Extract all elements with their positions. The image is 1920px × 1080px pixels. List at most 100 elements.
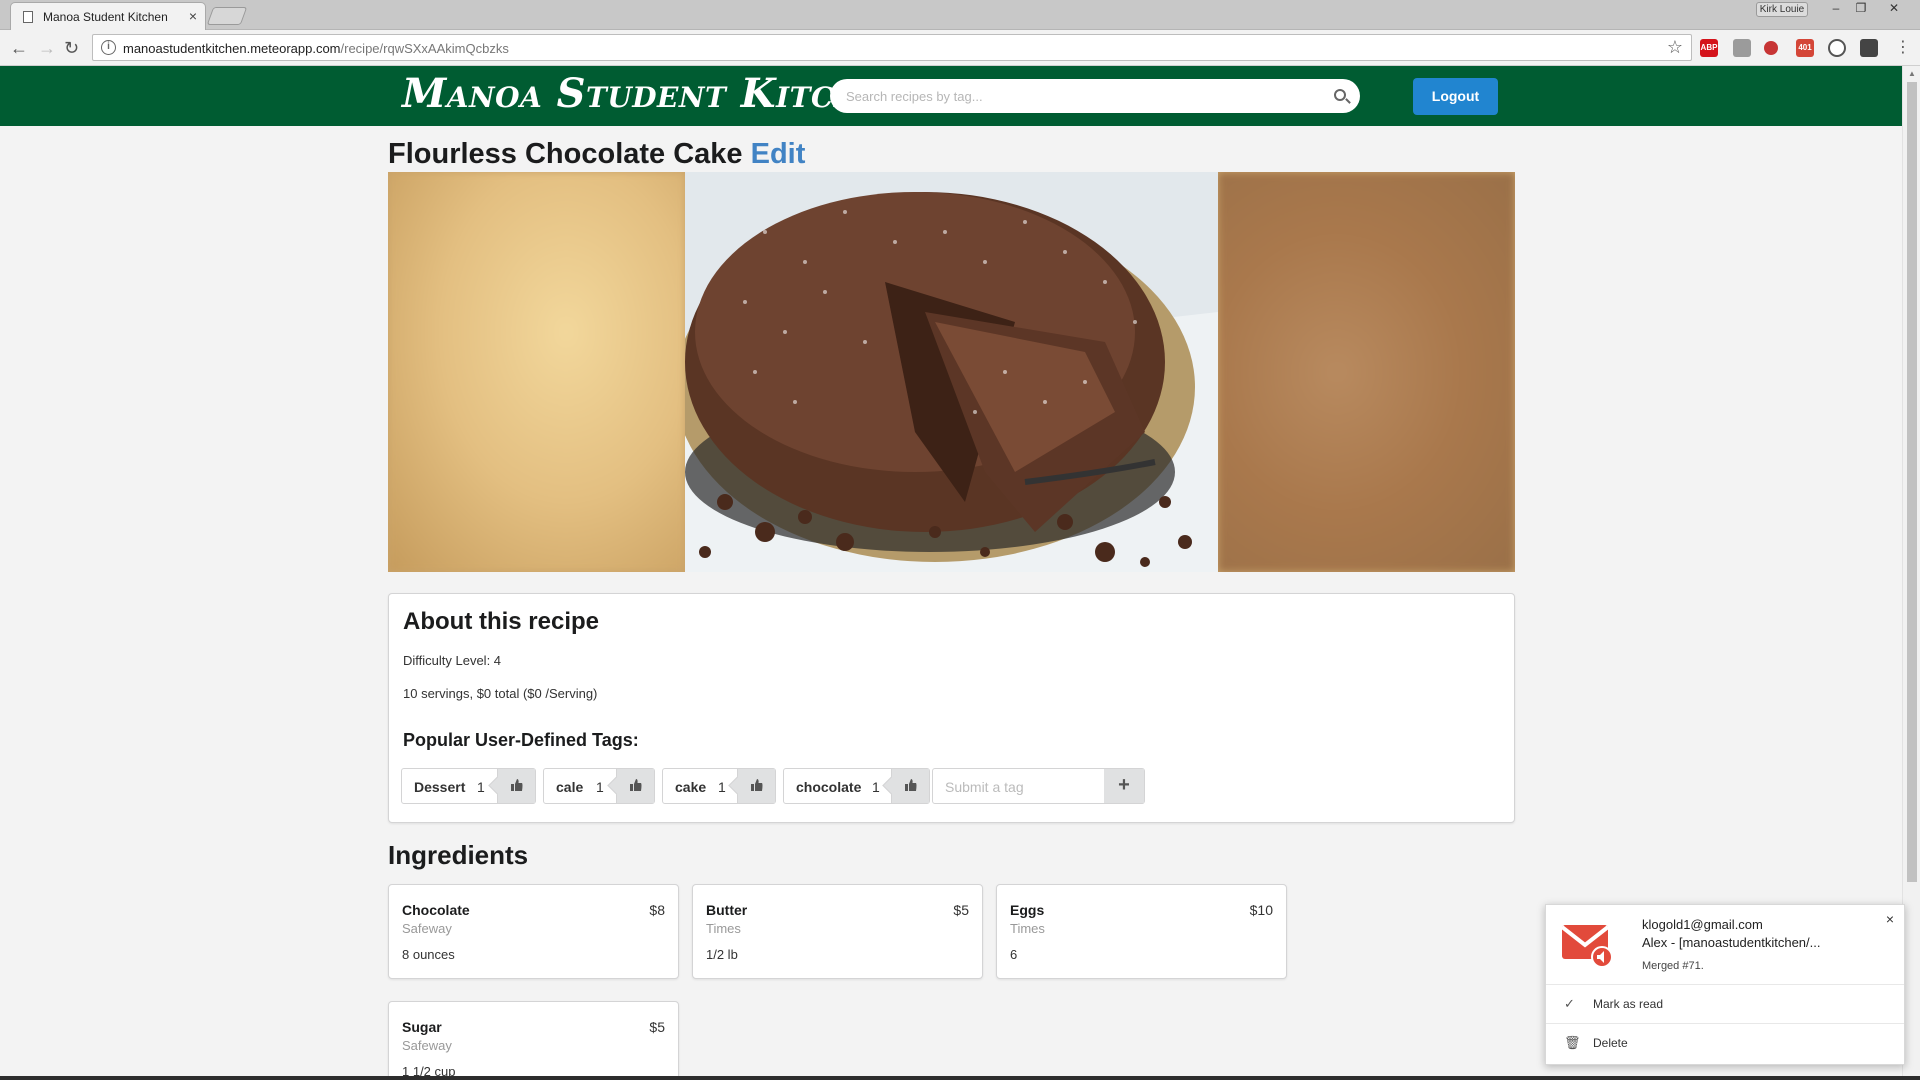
page-icon	[23, 11, 33, 23]
taskbar-edge	[0, 1076, 1920, 1080]
blurred-image-right	[1218, 172, 1515, 572]
ingredient-quantity: 6	[1010, 947, 1018, 962]
tag-count: 1	[872, 779, 880, 795]
recipe-image-banner	[388, 172, 1515, 572]
ingredient-store: Safeway	[402, 921, 452, 936]
mark-as-read-label: Mark as read	[1593, 997, 1664, 1011]
upvote-button[interactable]	[497, 769, 535, 803]
edit-link[interactable]: Edit	[751, 138, 806, 170]
thumbs-up-icon	[751, 779, 763, 791]
shield-icon[interactable]	[1860, 39, 1878, 57]
recipe-name: Flourless Chocolate Cake	[388, 138, 743, 170]
forward-arrow-icon[interactable]: →	[38, 38, 56, 58]
tag-cake: cake 1	[662, 768, 776, 804]
new-tab-button[interactable]	[206, 7, 248, 25]
tag-dessert: Dessert 1	[401, 768, 536, 804]
ingredient-name: Butter	[706, 902, 748, 918]
tag-chocolate: chocolate 1	[783, 768, 930, 804]
delete-label: Delete	[1593, 1036, 1628, 1050]
upvote-button[interactable]	[891, 769, 929, 803]
back-arrow-icon[interactable]: ←	[10, 38, 28, 58]
about-recipe-card: About this recipe Difficulty Level: 4 10…	[388, 593, 1515, 823]
close-window-button[interactable]: ✕	[1878, 1, 1910, 17]
profile-badge[interactable]: Kirk Louie	[1756, 2, 1808, 17]
sync-icon[interactable]	[1828, 39, 1846, 57]
ingredient-store: Times	[1010, 921, 1045, 936]
upvote-button[interactable]	[616, 769, 654, 803]
ingredient-name: Sugar	[402, 1019, 442, 1035]
lastpass-icon[interactable]	[1764, 41, 1778, 55]
recipe-title: Flourless Chocolate Cake Edit	[388, 138, 805, 171]
menu-icon[interactable]: ⋮	[1895, 38, 1911, 58]
ingredient-name: Chocolate	[402, 902, 470, 918]
trash-icon: 🗑	[1564, 1035, 1581, 1050]
restore-button[interactable]: ❐	[1849, 1, 1873, 17]
ingredient-quantity: 8 ounces	[402, 947, 455, 962]
thumbs-up-icon	[630, 779, 642, 791]
thumbs-up-icon	[905, 779, 917, 791]
tag-label: cale	[556, 779, 584, 795]
tags-heading: Popular User-Defined Tags:	[403, 730, 639, 750]
address-bar[interactable]: i manoastudentkitchen.meteorapp.com/reci…	[92, 34, 1692, 61]
upvote-button[interactable]	[737, 769, 775, 803]
ingredient-store: Safeway	[402, 1038, 452, 1053]
tag-count: 1	[718, 779, 726, 795]
tag-label: chocolate	[796, 779, 862, 795]
browser-toolbar: ← → ↻ i manoastudentkitchen.meteorapp.co…	[0, 30, 1920, 66]
extension-icon[interactable]	[1733, 39, 1751, 57]
about-heading: About this recipe	[403, 608, 600, 635]
delete-button[interactable]: 🗑 Delete	[1546, 1023, 1904, 1061]
tag-label: Dessert	[414, 779, 466, 795]
ingredient-store: Times	[706, 921, 741, 936]
ingredient-quantity: 1/2 lb	[706, 947, 738, 962]
tag-label: cake	[675, 779, 707, 795]
abp-icon[interactable]: ABP	[1700, 39, 1718, 57]
submit-tag-placeholder: Submit a tag	[945, 779, 1024, 795]
thumbs-up-icon	[511, 779, 523, 791]
servings-cost: 10 servings, $0 total ($0 /Serving)	[403, 686, 598, 701]
ingredient-name: Eggs	[1010, 902, 1045, 918]
tab-close-icon[interactable]: ×	[189, 8, 197, 24]
minimize-button[interactable]: –	[1824, 1, 1848, 17]
ingredients-heading: Ingredients	[388, 840, 529, 870]
add-tag-button[interactable]: +	[1104, 769, 1144, 803]
ingredient-price: $5	[953, 902, 969, 918]
ingredient-card: Sugar $5 Safeway 1 1/2 cup	[388, 1001, 679, 1080]
email-notification[interactable]: × klogold1@gmail.com Alex - [manoastuden…	[1545, 904, 1905, 1065]
tag-count: 1	[596, 779, 604, 795]
checkmark-icon: ✓	[1564, 996, 1575, 1011]
browser-tab-bar: Manoa Student Kitchen × Kirk Louie – ❐ ✕	[0, 0, 1920, 31]
browser-tab[interactable]: Manoa Student Kitchen ×	[10, 2, 206, 31]
info-icon[interactable]: i	[101, 40, 116, 55]
notification-close-icon[interactable]: ×	[1886, 911, 1894, 927]
notification-subject: Alex - [manoastudentkitchen/...	[1642, 935, 1821, 950]
ingredient-card: Eggs $10 Times 6	[996, 884, 1287, 979]
tab-title: Manoa Student Kitchen	[43, 10, 168, 24]
gmail-notifier-icon	[1562, 925, 1612, 968]
tag-search-input[interactable]: Search recipes by tag...	[830, 79, 1360, 113]
mark-as-read-button[interactable]: ✓ Mark as read	[1546, 984, 1904, 1022]
recipe-photo	[685, 172, 1218, 572]
ingredient-card: Butter $5 Times 1/2 lb	[692, 884, 983, 979]
bookmark-star-icon[interactable]: ☆	[1667, 37, 1683, 58]
reload-icon[interactable]: ↻	[64, 38, 79, 58]
submit-tag-input[interactable]: Submit a tag +	[932, 768, 1145, 804]
tag-count: 1	[477, 779, 485, 795]
logout-button[interactable]: Logout	[1413, 78, 1498, 115]
url-text: manoastudentkitchen.meteorapp.com/recipe…	[123, 41, 509, 56]
search-icon[interactable]	[1334, 89, 1346, 101]
scroll-up-icon[interactable]: ▲	[1908, 69, 1916, 78]
scrollbar-thumb[interactable]	[1907, 82, 1917, 882]
site-header: Manoa Student Kitchen Search recipes by …	[0, 66, 1902, 126]
ingredient-price: $5	[649, 1019, 665, 1035]
ingredient-card: Chocolate $8 Safeway 8 ounces	[388, 884, 679, 979]
ingredient-price: $8	[649, 902, 665, 918]
ingredient-price: $10	[1249, 902, 1273, 918]
gmail-checker-icon[interactable]: 401	[1796, 39, 1814, 57]
tag-cale: cale 1	[543, 768, 655, 804]
blurred-image-left	[388, 172, 685, 572]
difficulty-level: Difficulty Level: 4	[403, 653, 502, 668]
search-placeholder: Search recipes by tag...	[846, 89, 983, 104]
notification-body: Merged #71.	[1642, 960, 1704, 972]
notification-sender: klogold1@gmail.com	[1642, 917, 1763, 932]
